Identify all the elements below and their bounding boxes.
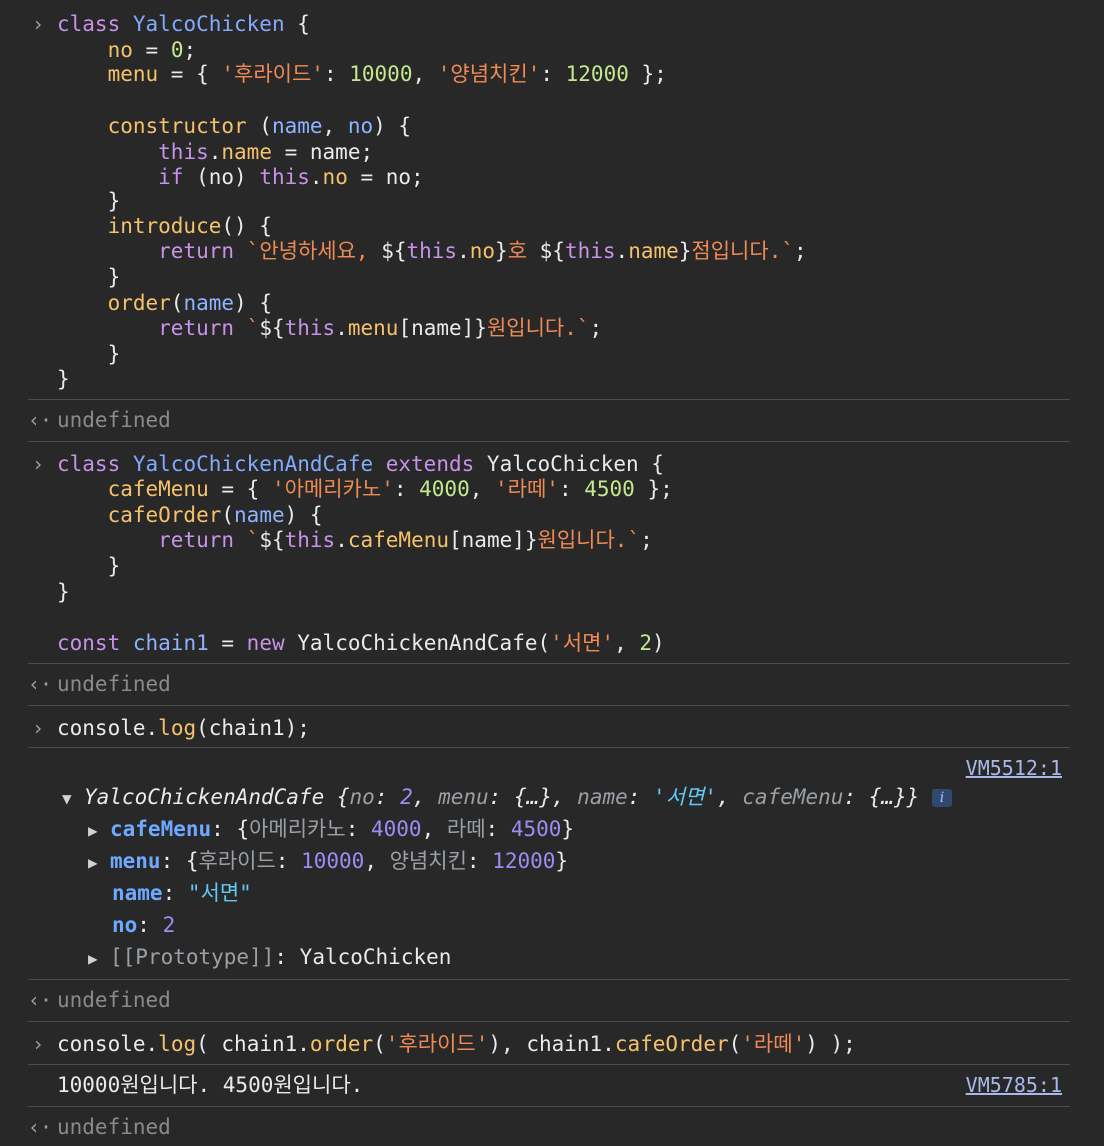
code-line[interactable]: no = 0; [57,37,197,63]
collapsed-triangle-icon[interactable]: ▶ [88,818,110,844]
code-line[interactable]: } [57,188,121,214]
entry-divider [28,747,1070,748]
code-line[interactable]: class YalcoChickenAndCafe extends YalcoC… [57,451,664,477]
code-line[interactable]: constructor (name, no) { [57,113,411,139]
prompt-icon: › [31,716,45,740]
code-line[interactable]: this.name = name; [57,139,373,165]
entry-divider [28,1064,1070,1065]
return-arrow-icon: ‹· [28,408,53,432]
property-row-no: no: 2 [112,913,176,937]
code-line[interactable]: console.log( chain1.order('후라이드'), chain… [57,1031,856,1057]
return-value: undefined [57,988,171,1012]
entry-divider [28,1021,1070,1022]
return-value: undefined [57,408,171,432]
code-line[interactable]: menu = { '후라이드': 10000, '양념치킨': 12000 }; [57,61,667,87]
entry-divider [28,1106,1070,1107]
log-output: 10000원입니다. 4500원입니다. [57,1073,364,1097]
property-row-cafemenu[interactable]: ▶ cafeMenu: {아메리카노: 4000, 라떼: 4500} [88,816,574,842]
code-line[interactable]: class YalcoChicken { [57,11,310,37]
source-link[interactable]: VM5785:1 [966,1072,1062,1098]
return-arrow-icon: ‹· [28,1115,53,1139]
code-line[interactable]: } [57,264,121,290]
code-line[interactable]: } [57,366,70,392]
code-line[interactable]: console.log(chain1); [57,715,310,741]
return-value: undefined [57,1115,171,1139]
property-row-prototype[interactable]: ▶ [[Prototype]]: YalcoChicken [88,944,451,970]
entry-divider [28,399,1070,400]
info-icon[interactable]: i [931,789,952,807]
code-line[interactable]: introduce() { [57,213,272,239]
return-value: undefined [57,672,171,696]
devtools-console: › class YalcoChicken { no = 0; menu = { … [0,0,1104,1146]
return-arrow-icon: ‹· [28,988,53,1012]
collapsed-triangle-icon[interactable]: ▶ [88,850,110,876]
code-line[interactable]: order(name) { [57,290,272,316]
expanded-triangle-icon[interactable]: ▼ [62,786,84,812]
code-line[interactable]: return `${this.menu[name]}원입니다.`; [57,315,602,341]
entry-divider [28,663,1070,664]
return-arrow-icon: ‹· [28,672,53,696]
source-link[interactable]: VM5512:1 [966,755,1062,781]
code-line[interactable]: return `안녕하세요, ${this.no}호 ${this.name}점… [57,238,807,264]
entry-divider [28,979,1070,980]
code-line[interactable]: } [57,341,121,367]
entry-divider [28,705,1070,706]
code-line[interactable]: const chain1 = new YalcoChickenAndCafe('… [57,630,665,656]
collapsed-triangle-icon[interactable]: ▶ [88,946,110,972]
prompt-icon: › [31,1032,45,1056]
entry-divider [28,441,1070,442]
code-line[interactable]: cafeOrder(name) { [57,502,323,528]
code-line[interactable]: cafeMenu = { '아메리카노': 4000, '라떼': 4500 }… [57,476,673,502]
code-line[interactable]: } [57,579,70,605]
property-row-name: name: "서면" [112,881,252,905]
code-line[interactable]: return `${this.cafeMenu[name]}원입니다.`; [57,527,653,553]
object-summary[interactable]: ▼ YalcoChickenAndCafe {no: 2, menu: {…}, … [62,784,952,810]
code-line[interactable]: } [57,553,121,579]
property-row-menu[interactable]: ▶ menu: {후라이드: 10000, 양념치킨: 12000} [88,848,568,874]
prompt-icon: › [31,452,45,476]
prompt-icon: › [31,12,45,36]
code-line[interactable]: if (no) this.no = no; [57,164,424,190]
